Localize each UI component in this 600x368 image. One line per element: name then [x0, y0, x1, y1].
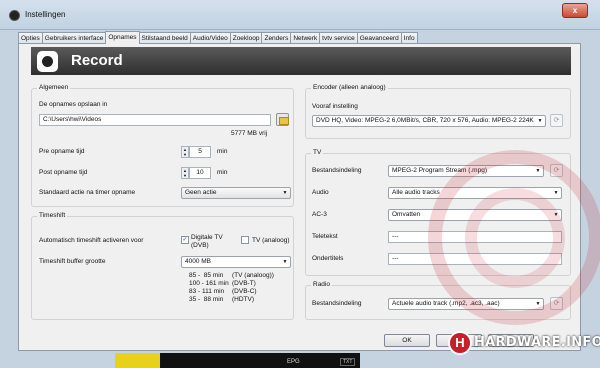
- save-path-label: De opnames opslaan in: [39, 101, 108, 108]
- watermark-inner-ring-icon: [465, 188, 565, 288]
- section-title: Record: [71, 52, 123, 69]
- subtitles-label: Ondertitels: [312, 255, 344, 262]
- buffer-size-label: Timeshift buffer grootte: [39, 258, 106, 265]
- digital-tv-label: Digitale TV (DVB): [191, 234, 223, 249]
- analog-tv-label: TV (analoog): [252, 237, 290, 244]
- settings-window: Instellingen x Opties Gebruikers interfa…: [0, 0, 600, 368]
- timeshift-range-1: 100 - 161 min: [189, 280, 229, 287]
- section-header: Record: [31, 47, 571, 75]
- background-player-bar: [160, 353, 360, 368]
- teletext-label: Teletekst: [312, 233, 338, 240]
- timeshift-group: Timeshift Automatisch timeshift activere…: [31, 212, 294, 320]
- analog-tv-checkbox[interactable]: [241, 236, 249, 244]
- tv-format-label: Bestandsindeling: [312, 167, 362, 174]
- save-path-input[interactable]: C:\Users\hwi\Videos: [39, 114, 271, 126]
- pre-time-label: Pre opname tijd: [39, 148, 85, 155]
- timer-action-label: Standaard actie na timer opname: [39, 189, 136, 196]
- timeshift-type-3: (HDTV): [232, 296, 255, 303]
- preset-select[interactable]: DVD HQ, Video: MPEG-2 6,0MBit/s, CBR, 72…: [312, 115, 546, 127]
- hardware-info-logo: H HARDWARE.INFO: [448, 331, 600, 355]
- auto-timeshift-label: Automatisch timeshift activeren voor: [39, 237, 144, 244]
- pre-time-stepper-icon[interactable]: ▲ ▼: [181, 146, 189, 158]
- app-icon: [9, 10, 20, 21]
- window-title: Instellingen: [25, 10, 66, 19]
- hardware-info-text: HARDWARE.INFO: [474, 335, 600, 350]
- post-time-input[interactable]: 10: [189, 167, 211, 179]
- post-time-label: Post opname tijd: [39, 169, 88, 176]
- post-time-stepper-icon[interactable]: ▲ ▼: [181, 167, 189, 179]
- epg-label: EPG: [287, 359, 300, 365]
- audio-value: Alle audio tracks: [392, 189, 440, 196]
- pre-time-input[interactable]: 5: [189, 146, 211, 158]
- ac3-value: Omvatten: [392, 211, 421, 218]
- timeshift-title: Timeshift: [37, 212, 68, 219]
- timer-action-value: Geen actie: [185, 189, 217, 196]
- timeshift-type-2: (DVB-C): [232, 288, 257, 295]
- pre-time-unit: min: [217, 148, 228, 155]
- txt-label: TXT: [340, 358, 356, 366]
- timeshift-range-2: 83 - 111 min: [189, 288, 225, 295]
- preset-label: Vooraf instelling: [312, 103, 358, 110]
- chevron-down-icon: ▼: [282, 190, 288, 196]
- free-space-text: 5777 MB vrij: [231, 130, 268, 137]
- timer-action-select[interactable]: Geen actie ▼: [181, 187, 291, 199]
- post-time-unit: min: [217, 169, 228, 176]
- timeshift-type-0: (TV (analoog)): [232, 272, 274, 279]
- radio-format-label: Bestandsindeling: [312, 300, 362, 307]
- close-button[interactable]: x: [562, 3, 588, 18]
- buffer-size-value: 4000 MB: [185, 258, 212, 265]
- hardware-info-h-icon: H: [448, 331, 472, 355]
- algemeen-group: Algemeen De opnames opslaan in C:\Users\…: [31, 84, 294, 207]
- encoder-group: Encoder (alleen analoog) Vooraf instelli…: [305, 84, 571, 139]
- ok-button[interactable]: OK: [384, 334, 430, 347]
- radio-title: Radio: [311, 281, 332, 288]
- preset-value: DVD HQ, Video: MPEG-2 6,0MBit/s, CBR, 72…: [316, 117, 534, 124]
- preset-settings-icon[interactable]: ⟳: [550, 114, 563, 127]
- timeshift-type-1: (DVB-T): [232, 280, 256, 287]
- tab-opnames[interactable]: Opnames: [105, 31, 140, 44]
- browse-folder-icon[interactable]: [276, 113, 289, 126]
- digital-tv-checkbox[interactable]: ✓: [181, 236, 189, 244]
- chevron-down-icon: ▼: [537, 118, 543, 124]
- tv-title: TV: [311, 149, 324, 156]
- algemeen-title: Algemeen: [37, 84, 71, 91]
- chevron-down-icon: ▼: [282, 259, 288, 265]
- ac3-label: AC-3: [312, 211, 327, 218]
- timeshift-range-0: 85 - 85 min: [189, 272, 224, 279]
- timeshift-range-3: 35 - 88 min: [189, 296, 224, 303]
- audio-label: Audio: [312, 189, 329, 196]
- record-logo-icon: [37, 51, 58, 72]
- encoder-title: Encoder (alleen analoog): [311, 84, 388, 91]
- title-bar: Instellingen x: [0, 0, 600, 30]
- buffer-size-select[interactable]: 4000 MB ▼: [181, 256, 291, 268]
